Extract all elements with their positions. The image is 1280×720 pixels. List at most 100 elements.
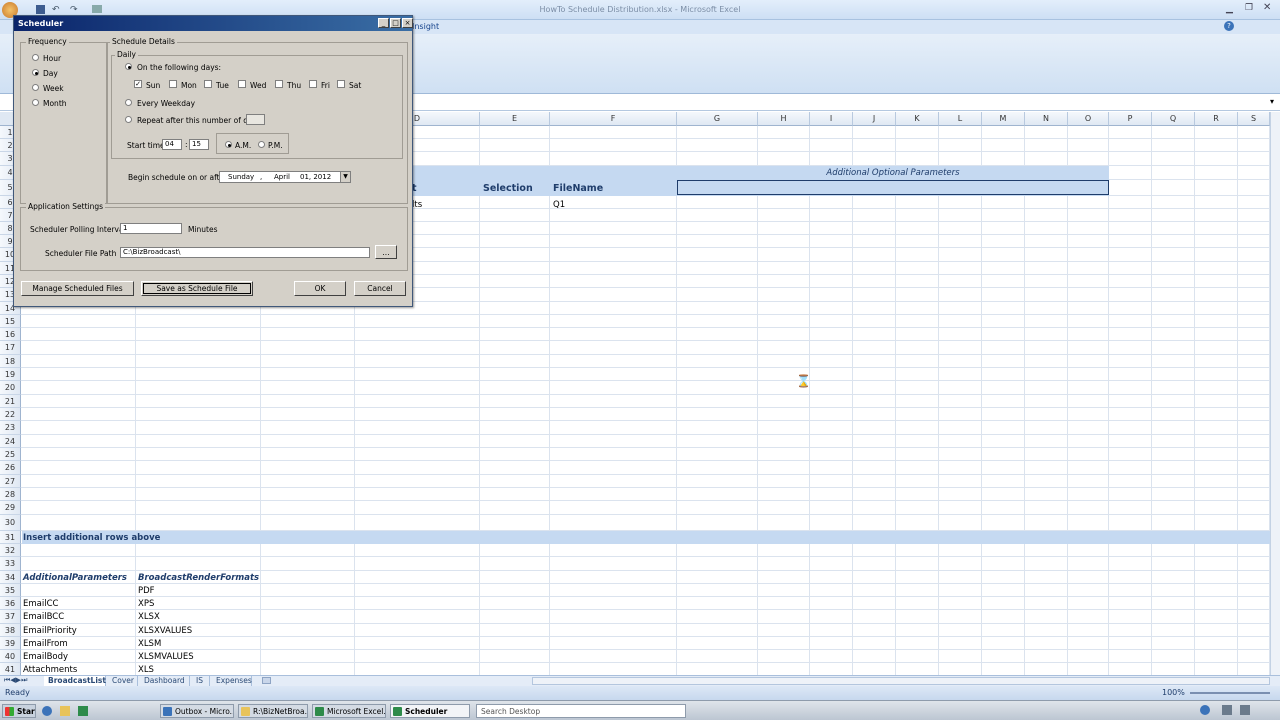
row-header[interactable]: 33	[0, 557, 21, 571]
taskbar-item[interactable]: Outbox - Micro...	[160, 704, 234, 718]
dialog-title-bar[interactable]: Scheduler	[14, 16, 412, 31]
tab-nav-arrows[interactable]: ⏮◀▶⏭	[4, 676, 27, 685]
taskbar-item[interactable]: Microsoft Excel...	[312, 704, 386, 718]
column-header[interactable]: R	[1195, 112, 1238, 126]
column-header[interactable]: H	[758, 112, 810, 126]
column-header[interactable]: N	[1025, 112, 1068, 126]
file-path-input[interactable]: C:\BizBroadcast\	[120, 247, 370, 258]
ok-button[interactable]: OK	[294, 281, 346, 296]
horizontal-scrollbar[interactable]	[532, 677, 1270, 685]
column-header[interactable]: K	[896, 112, 939, 126]
row-header[interactable]: 18	[0, 355, 21, 368]
column-header[interactable]: Q	[1152, 112, 1195, 126]
vertical-scrollbar[interactable]	[1270, 112, 1280, 675]
help-icon[interactable]: ?	[1224, 21, 1234, 31]
row-header[interactable]: 35	[0, 584, 21, 597]
quicklaunch-excel-icon[interactable]	[78, 706, 88, 716]
frequency-radio-week[interactable]	[32, 84, 39, 91]
row-header[interactable]: 31	[0, 531, 21, 544]
formula-expand-icon[interactable]: ▾	[1270, 97, 1274, 106]
sheet-tab[interactable]: IS	[192, 676, 210, 686]
quicklaunch-ie-icon[interactable]	[42, 706, 52, 716]
tray-volume-icon[interactable]	[1240, 705, 1250, 715]
row-header[interactable]: 27	[0, 475, 21, 488]
day-checkbox-mon[interactable]	[169, 80, 177, 88]
zoom-level[interactable]: 100%	[1162, 688, 1185, 697]
save-as-schedule-file-button[interactable]: Save as Schedule File	[141, 281, 253, 296]
insert-sheet-icon[interactable]	[262, 677, 271, 684]
dialog-close-button[interactable]: ×	[402, 18, 413, 28]
row-header[interactable]: 16	[0, 328, 21, 341]
browse-button[interactable]: ...	[375, 245, 397, 259]
tray-help-icon[interactable]	[1200, 705, 1210, 715]
dialog-maximize-button[interactable]: □	[390, 18, 401, 28]
start-button[interactable]: Start	[2, 704, 36, 718]
restore-button[interactable]: ❐	[1245, 3, 1255, 13]
day-checkbox-wed[interactable]	[238, 80, 246, 88]
every-weekday-radio[interactable]	[125, 99, 132, 106]
row-header[interactable]: 21	[0, 395, 21, 408]
column-header[interactable]: G	[677, 112, 758, 126]
column-header[interactable]: O	[1068, 112, 1109, 126]
column-header[interactable]: L	[939, 112, 982, 126]
row-header[interactable]: 41	[0, 663, 21, 675]
frequency-radio-hour[interactable]	[32, 54, 39, 61]
manage-scheduled-files-button[interactable]: Manage Scheduled Files	[21, 281, 134, 296]
row-header[interactable]: 15	[0, 315, 21, 328]
am-radio[interactable]	[225, 141, 232, 148]
sheet-tab[interactable]: BroadcastList	[44, 676, 106, 686]
sheet-tab[interactable]: Dashboard	[140, 676, 190, 686]
repeat-days-input[interactable]	[246, 114, 265, 125]
row-header[interactable]: 20	[0, 381, 21, 395]
day-checkbox-thu[interactable]	[275, 80, 283, 88]
start-minute-input[interactable]: 15	[189, 139, 209, 150]
close-button[interactable]: ✕	[1263, 2, 1275, 14]
minimize-button[interactable]: ▁	[1226, 4, 1236, 14]
tab-insight[interactable]: Insight	[412, 22, 439, 31]
row-header[interactable]: 26	[0, 461, 21, 475]
sheet-tab[interactable]: Expenses	[212, 676, 252, 686]
row-header[interactable]: 17	[0, 341, 21, 355]
row-header[interactable]: 30	[0, 515, 21, 531]
taskbar-item[interactable]: R:\BizNetBroa...	[238, 704, 308, 718]
day-checkbox-sun[interactable]: ✓	[134, 80, 142, 88]
zoom-slider[interactable]	[1190, 692, 1270, 694]
row-header[interactable]: 22	[0, 408, 21, 421]
dialog-minimize-button[interactable]: _	[378, 18, 389, 28]
column-header[interactable]: I	[810, 112, 853, 126]
tray-network-icon[interactable]	[1222, 705, 1232, 715]
column-header[interactable]: E	[480, 112, 550, 126]
row-header[interactable]: 38	[0, 624, 21, 637]
date-dropdown-icon[interactable]: ▼	[340, 172, 350, 182]
row-header[interactable]: 36	[0, 597, 21, 610]
desktop-search-box[interactable]: Search Desktop	[476, 704, 686, 718]
frequency-radio-month[interactable]	[32, 99, 39, 106]
row-header[interactable]: 37	[0, 610, 21, 624]
day-checkbox-sat[interactable]	[337, 80, 345, 88]
day-checkbox-fri[interactable]	[309, 80, 317, 88]
row-header[interactable]: 28	[0, 488, 21, 501]
on-following-days-radio[interactable]	[125, 63, 132, 70]
row-header[interactable]: 32	[0, 544, 21, 557]
repeat-after-radio[interactable]	[125, 116, 132, 123]
day-checkbox-tue[interactable]	[204, 80, 212, 88]
column-header[interactable]: M	[982, 112, 1025, 126]
polling-interval-input[interactable]: 1	[120, 223, 182, 234]
start-hour-input[interactable]: 04	[162, 139, 182, 150]
row-header[interactable]: 19	[0, 368, 21, 381]
row-header[interactable]: 23	[0, 421, 21, 435]
row-header[interactable]: 24	[0, 435, 21, 448]
taskbar-item[interactable]: Scheduler	[390, 704, 470, 718]
column-header[interactable]: S	[1238, 112, 1270, 126]
row-header[interactable]: 34	[0, 571, 21, 584]
sheet-tab[interactable]: Cover	[108, 676, 138, 686]
row-header[interactable]: 29	[0, 501, 21, 515]
row-header[interactable]: 40	[0, 650, 21, 663]
quicklaunch-folder-icon[interactable]	[60, 706, 70, 716]
frequency-radio-day[interactable]	[32, 69, 39, 76]
column-header[interactable]: J	[853, 112, 896, 126]
row-header[interactable]: 39	[0, 637, 21, 650]
begin-date-picker[interactable]: Sunday , April 01, 2012 ▼	[219, 171, 351, 183]
row-header[interactable]: 25	[0, 448, 21, 461]
column-header[interactable]: P	[1109, 112, 1152, 126]
